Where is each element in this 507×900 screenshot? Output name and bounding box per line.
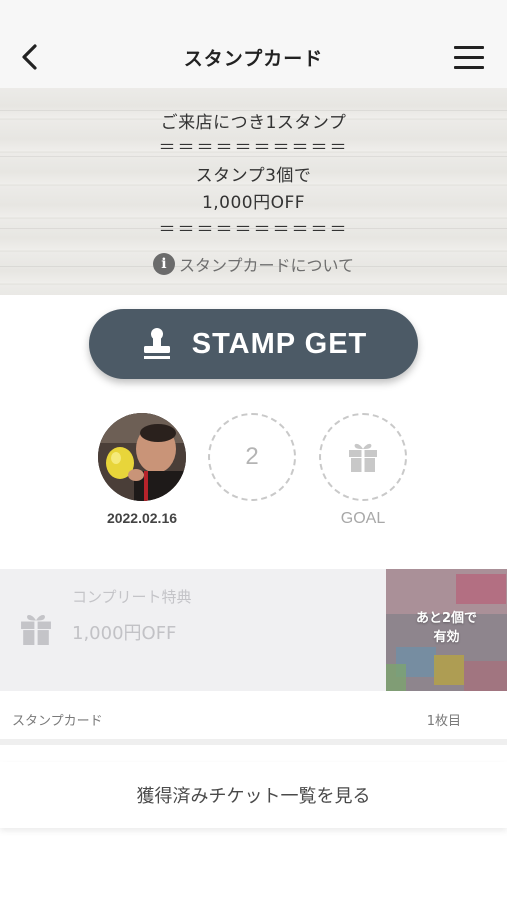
hamburger-menu-icon (454, 46, 484, 49)
gift-icon (349, 443, 377, 472)
banner-line-4: 1,000円OFF (201, 193, 306, 213)
page-title: スタンプカード (183, 48, 324, 70)
stamp-date: 2022.02.16 (106, 510, 178, 526)
stamp-card-info-row: スタンプカード 1枚目 (0, 691, 507, 745)
complete-reward-card: コンプリート特典 1,000円OFF あと2個で 有効 (0, 569, 507, 691)
view-tickets-label: 獲得済みチケット一覧を見る (136, 786, 371, 807)
stamp-get-button[interactable]: STAMP GET (89, 309, 418, 379)
reward-remaining-line2: 有効 (433, 630, 460, 645)
view-tickets-button[interactable]: 獲得済みチケット一覧を見る (0, 762, 507, 828)
about-stamp-card-label: スタンプカードについて (178, 256, 355, 275)
banner-divider-2: ＝＝＝＝＝＝＝＝＝＝ (158, 220, 349, 240)
stamp-card-count: 1枚目 (426, 714, 461, 729)
banner-divider-1: ＝＝＝＝＝＝＝＝＝＝ (158, 138, 349, 158)
menu-button[interactable] (452, 41, 488, 73)
stamp-slot-1-photo (98, 413, 186, 501)
gift-icon (21, 614, 51, 645)
app-header: スタンプカード (0, 0, 507, 88)
info-icon: i (152, 253, 175, 275)
stamp-get-label: STAMP GET (191, 327, 368, 360)
reward-subtitle: コンプリート特典 (72, 588, 192, 606)
reward-image: あと2個で 有効 (386, 569, 507, 691)
stamp-photo-image (98, 413, 186, 501)
banner-line-3: スタンプ3個で (195, 166, 312, 186)
stamp-card-label: スタンプカード (12, 714, 103, 729)
stamp-card-banner: ご来店につき1スタンプ ＝＝＝＝＝＝＝＝＝＝ スタンプ3個で 1,000円OFF… (0, 88, 507, 295)
goal-label: GOAL (340, 510, 386, 527)
stamp-slot-2-empty: 2 (208, 413, 296, 501)
stamp-slot-goal (319, 413, 407, 501)
banner-line-1: ご来店につき1スタンプ (160, 113, 347, 133)
stamp-icon (143, 328, 170, 359)
reward-title: 1,000円OFF (72, 623, 177, 644)
about-stamp-card-link[interactable]: i スタンプカードについて (0, 252, 507, 276)
reward-remaining-line1: あと2個で (415, 611, 478, 626)
